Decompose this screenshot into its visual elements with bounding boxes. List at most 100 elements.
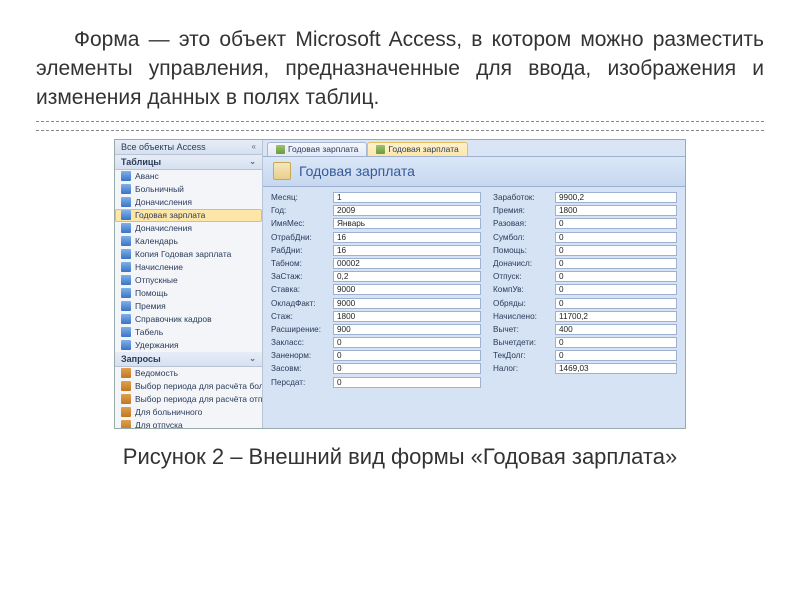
form-row: Доначисл:0	[493, 257, 677, 270]
nav-item-label: Для отпуска	[135, 420, 183, 429]
field-value[interactable]: 0	[555, 350, 677, 361]
field-value[interactable]: 0,2	[333, 271, 481, 282]
field-value[interactable]: 900	[333, 324, 481, 335]
field-label: Заработок:	[493, 193, 555, 202]
form-row: Премия:1800	[493, 204, 677, 217]
field-value[interactable]: 16	[333, 245, 481, 256]
nav-item-label: Выбор периода для расчёта отпуска	[135, 394, 262, 404]
nav-item-label: Справочник кадров	[135, 314, 212, 324]
field-value[interactable]: 9000	[333, 298, 481, 309]
nav-item[interactable]: Календарь	[115, 235, 262, 248]
nav-item[interactable]: Больничный	[115, 183, 262, 196]
field-label: Премия:	[493, 206, 555, 215]
field-label: Расширение:	[271, 325, 333, 334]
nav-item[interactable]: Помощь	[115, 287, 262, 300]
nav-item[interactable]: Отпускные	[115, 274, 262, 287]
form-row: Заработок:9900,2	[493, 191, 677, 204]
navigation-pane: Все объекты Access « Таблицы⌄АвансБольни…	[115, 140, 263, 428]
field-value[interactable]: 0	[333, 350, 481, 361]
field-value[interactable]: 0	[555, 337, 677, 348]
nav-item[interactable]: Ведомость	[115, 367, 262, 380]
field-label: Засовм:	[271, 364, 333, 373]
field-value[interactable]: 9900,2	[555, 192, 677, 203]
nav-item[interactable]: Премия	[115, 300, 262, 313]
field-value[interactable]: 0	[555, 284, 677, 295]
form-row: Сумбол:0	[493, 230, 677, 243]
nav-item[interactable]: Удержания	[115, 339, 262, 352]
nav-item-label: Табель	[135, 327, 163, 337]
form-column-left: Месяц:1Год:2009ИмяМес:ЯнварьОтрабДни:16Р…	[271, 191, 481, 389]
field-value[interactable]: 9000	[333, 284, 481, 295]
field-label: ЗаСтаж:	[271, 272, 333, 281]
nav-item[interactable]: Доначисления	[115, 222, 262, 235]
field-value[interactable]: 0	[333, 377, 481, 388]
field-value[interactable]: 0	[333, 337, 481, 348]
nav-item[interactable]: Доначисления	[115, 196, 262, 209]
nav-group-label: Запросы	[121, 354, 161, 364]
nav-header[interactable]: Все объекты Access «	[115, 140, 262, 155]
nav-group-header[interactable]: Запросы⌄	[115, 352, 262, 367]
field-label: ТекДолг:	[493, 351, 555, 360]
table-icon	[121, 236, 131, 246]
field-value[interactable]: 11700,2	[555, 311, 677, 322]
field-value[interactable]: 0	[555, 218, 677, 229]
field-label: Отпуск:	[493, 272, 555, 281]
field-value[interactable]: 0	[555, 232, 677, 243]
nav-item[interactable]: Аванс	[115, 170, 262, 183]
form-row: Табном:00002	[271, 257, 481, 270]
field-value[interactable]: 1800	[333, 311, 481, 322]
field-label: ОтрабДни:	[271, 233, 333, 242]
field-value[interactable]: 0	[333, 363, 481, 374]
field-label: КомпУв:	[493, 285, 555, 294]
table-icon	[121, 275, 131, 285]
nav-item[interactable]: Выбор периода для расчёта боль...	[115, 380, 262, 393]
form-row: Вычет:400	[493, 323, 677, 336]
field-value[interactable]: 00002	[333, 258, 481, 269]
nav-item[interactable]: Для отпуска	[115, 419, 262, 429]
field-label: Начислено:	[493, 312, 555, 321]
field-value[interactable]: 0	[555, 245, 677, 256]
field-value[interactable]: 0	[555, 258, 677, 269]
nav-item[interactable]: Начисление	[115, 261, 262, 274]
form-row: Месяц:1	[271, 191, 481, 204]
field-label: Закласс:	[271, 338, 333, 347]
table-icon	[121, 340, 131, 350]
nav-item[interactable]: Табель	[115, 326, 262, 339]
nav-item[interactable]: Справочник кадров	[115, 313, 262, 326]
field-value[interactable]: 0	[555, 271, 677, 282]
nav-item-label: Начисление	[135, 262, 183, 272]
nav-group-header[interactable]: Таблицы⌄	[115, 155, 262, 170]
nav-item[interactable]: Выбор периода для расчёта отпуска	[115, 393, 262, 406]
field-value[interactable]: 2009	[333, 205, 481, 216]
field-value[interactable]: 0	[555, 298, 677, 309]
form-tab[interactable]: Годовая зарплата	[267, 142, 367, 156]
form-row: Заненорм:0	[271, 349, 481, 362]
form-row: Расширение:900	[271, 323, 481, 336]
form-title-bar: Годовая зарплата	[263, 157, 685, 187]
field-value[interactable]: 1469,03	[555, 363, 677, 374]
figure-caption: Рисунок 2 – Внешний вид формы «Годовая з…	[36, 443, 764, 472]
field-value[interactable]: 400	[555, 324, 677, 335]
field-label: Месяц:	[271, 193, 333, 202]
nav-item[interactable]: Годовая зарплата	[115, 209, 262, 222]
nav-item[interactable]: Копия Годовая зарплата	[115, 248, 262, 261]
form-row: Закласс:0	[271, 336, 481, 349]
field-value[interactable]: Январь	[333, 218, 481, 229]
form-row: РабДни:16	[271, 244, 481, 257]
form-row: Вычетдети:0	[493, 336, 677, 349]
chevron-icon: ⌄	[249, 157, 256, 166]
form-tab[interactable]: Годовая зарплата	[367, 142, 467, 156]
form-row: ОтрабДни:16	[271, 230, 481, 243]
nav-item-label: Помощь	[135, 288, 168, 298]
field-label: Сумбол:	[493, 233, 555, 242]
field-value[interactable]: 1800	[555, 205, 677, 216]
table-icon	[121, 197, 131, 207]
field-value[interactable]: 16	[333, 232, 481, 243]
field-label: Персдат:	[271, 378, 333, 387]
nav-item[interactable]: Для больничного	[115, 406, 262, 419]
form-row: Разовая:0	[493, 217, 677, 230]
field-value[interactable]: 1	[333, 192, 481, 203]
nav-item-label: Копия Годовая зарплата	[135, 249, 231, 259]
table-icon	[121, 301, 131, 311]
form-row: Обряды:0	[493, 296, 677, 309]
